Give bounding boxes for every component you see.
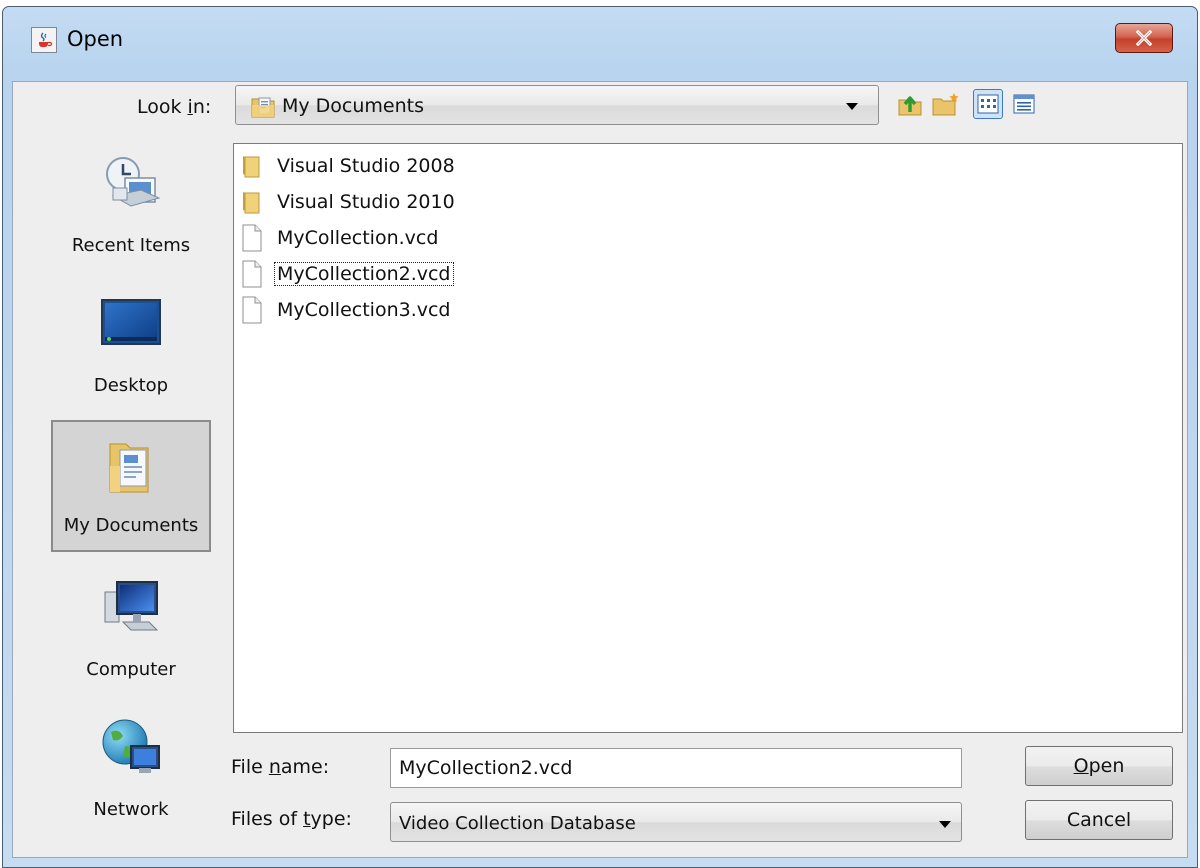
- open-button[interactable]: Open: [1025, 746, 1173, 786]
- place-label: Network: [93, 799, 169, 820]
- look-in-dropdown[interactable]: My Documents: [235, 85, 879, 125]
- list-item-file[interactable]: MyCollection.vcd: [240, 221, 441, 255]
- java-cup-icon[interactable]: [31, 27, 57, 53]
- file-type-value: Video Collection Database: [399, 813, 636, 834]
- file-icon: [240, 296, 264, 324]
- list-item-file-focused[interactable]: MyCollection2.vcd: [240, 257, 454, 291]
- computer-icon: [99, 576, 163, 645]
- close-icon: [1135, 30, 1153, 46]
- up-one-level-icon: [898, 96, 922, 116]
- documents-folder-icon: [250, 93, 276, 124]
- place-my-documents[interactable]: My Documents: [51, 420, 211, 552]
- recent-items-icon: [99, 152, 163, 221]
- list-item-folder[interactable]: Visual Studio 2010: [240, 185, 458, 219]
- close-button[interactable]: [1115, 23, 1173, 53]
- new-folder-button[interactable]: [931, 89, 961, 119]
- folder-icon: [240, 188, 264, 216]
- file-name: Visual Studio 2008: [277, 155, 455, 177]
- network-icon: [99, 716, 163, 785]
- up-one-level-button[interactable]: [895, 89, 925, 119]
- place-desktop[interactable]: Desktop: [51, 278, 211, 410]
- look-in-label: Look in:: [137, 96, 212, 118]
- chevron-down-icon[interactable]: [846, 103, 858, 110]
- file-name: MyCollection2.vcd: [274, 262, 454, 286]
- place-label: Computer: [86, 659, 176, 680]
- file-list[interactable]: Visual Studio 2008 Visual Studio 2010 My…: [233, 143, 1183, 733]
- details-view-button[interactable]: [1009, 89, 1039, 119]
- dialog-client-area: Look in: My Documents Recent Items Deskt…: [12, 81, 1188, 858]
- cancel-button[interactable]: Cancel: [1025, 800, 1173, 840]
- list-view-button[interactable]: [973, 89, 1003, 119]
- place-computer[interactable]: Computer: [51, 562, 211, 694]
- file-name: MyCollection3.vcd: [277, 299, 451, 321]
- chevron-down-icon[interactable]: [939, 821, 951, 828]
- list-view-icon: [977, 94, 999, 114]
- new-folder-icon: [932, 93, 959, 116]
- list-item-folder[interactable]: Visual Studio 2008: [240, 149, 458, 183]
- file-name-label: File name:: [231, 756, 330, 778]
- file-name: Visual Studio 2010: [277, 191, 455, 213]
- folder-icon: [240, 152, 264, 180]
- details-view-icon: [1013, 94, 1035, 114]
- file-type-dropdown[interactable]: Video Collection Database: [390, 802, 962, 842]
- place-network[interactable]: Network: [51, 702, 211, 834]
- window-title: Open: [67, 27, 124, 51]
- place-label: Recent Items: [71, 235, 191, 256]
- my-documents-icon: [106, 436, 156, 505]
- place-label: My Documents: [63, 515, 199, 536]
- look-in-value: My Documents: [282, 95, 425, 117]
- title-bar[interactable]: Open: [3, 7, 1197, 81]
- desktop-icon: [99, 292, 163, 357]
- file-type-label: Files of type:: [231, 808, 352, 830]
- places-bar: Recent Items Desktop My Documents Comput…: [43, 138, 215, 824]
- file-icon: [240, 260, 264, 288]
- file-name: MyCollection.vcd: [277, 227, 439, 249]
- list-item-file[interactable]: MyCollection3.vcd: [240, 293, 454, 327]
- place-recent-items[interactable]: Recent Items: [51, 138, 211, 270]
- open-dialog-window: Open Look in: My Documents Recent Items …: [2, 6, 1198, 868]
- place-label: Desktop: [93, 375, 169, 396]
- file-icon: [240, 224, 264, 252]
- file-name-input[interactable]: [390, 748, 962, 788]
